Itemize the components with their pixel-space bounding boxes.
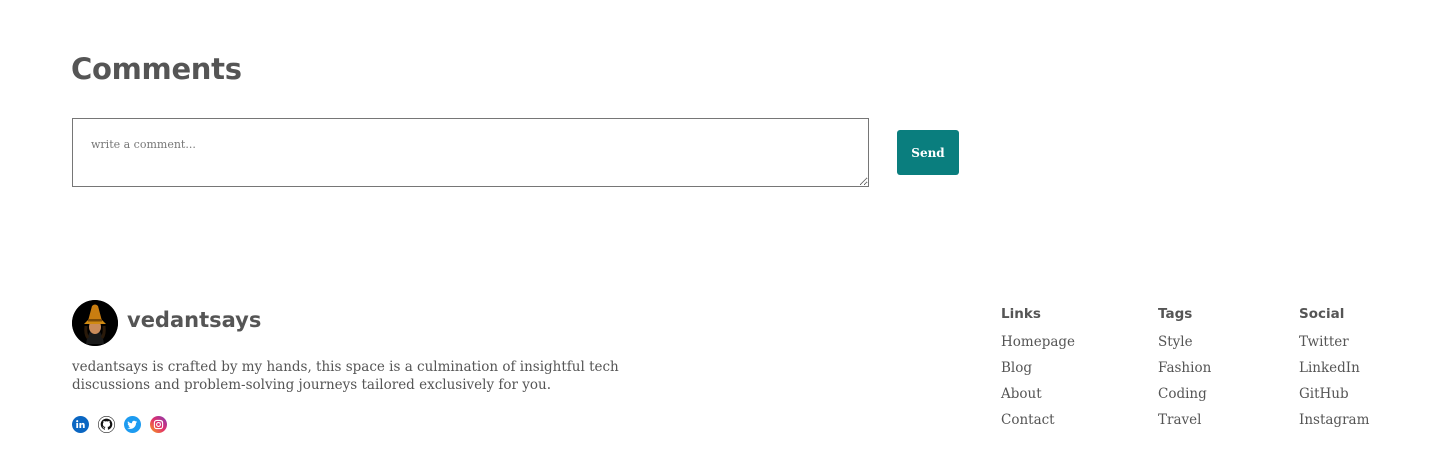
comment-input[interactable]: [72, 118, 869, 187]
avatar: [72, 300, 118, 346]
footer-col-links: Links Homepage Blog About Contact: [1001, 306, 1075, 436]
footer-tag-coding[interactable]: Coding: [1158, 384, 1211, 410]
social-icons: [72, 416, 167, 433]
twitter-icon[interactable]: [124, 416, 141, 433]
footer-tag-fashion[interactable]: Fashion: [1158, 358, 1211, 384]
comments-title: Comments: [71, 52, 242, 86]
instagram-icon[interactable]: [150, 416, 167, 433]
brand-description: vedantsays is crafted by my hands, this …: [72, 359, 619, 393]
avatar-illustration: [72, 300, 118, 346]
footer-social-github[interactable]: GitHub: [1299, 384, 1369, 410]
footer-col-heading: Links: [1001, 306, 1041, 322]
footer-col-tags: Tags Style Fashion Coding Travel: [1158, 306, 1211, 436]
footer-col-heading: Social: [1299, 306, 1345, 322]
footer-tag-style[interactable]: Style: [1158, 332, 1211, 358]
brand-name: vedantsays: [127, 308, 262, 332]
footer-col-heading: Tags: [1158, 306, 1193, 322]
footer-link-contact[interactable]: Contact: [1001, 410, 1075, 436]
github-icon[interactable]: [98, 416, 115, 433]
footer-link-about[interactable]: About: [1001, 384, 1075, 410]
footer-tag-travel[interactable]: Travel: [1158, 410, 1211, 436]
footer-social-twitter[interactable]: Twitter: [1299, 332, 1369, 358]
footer-link-blog[interactable]: Blog: [1001, 358, 1075, 384]
send-button[interactable]: Send: [897, 130, 959, 175]
footer-social-linkedin[interactable]: LinkedIn: [1299, 358, 1369, 384]
linkedin-icon[interactable]: [72, 416, 89, 433]
footer-col-social: Social Twitter LinkedIn GitHub Instagram: [1299, 306, 1369, 436]
footer-link-homepage[interactable]: Homepage: [1001, 332, 1075, 358]
footer-social-instagram[interactable]: Instagram: [1299, 410, 1369, 436]
